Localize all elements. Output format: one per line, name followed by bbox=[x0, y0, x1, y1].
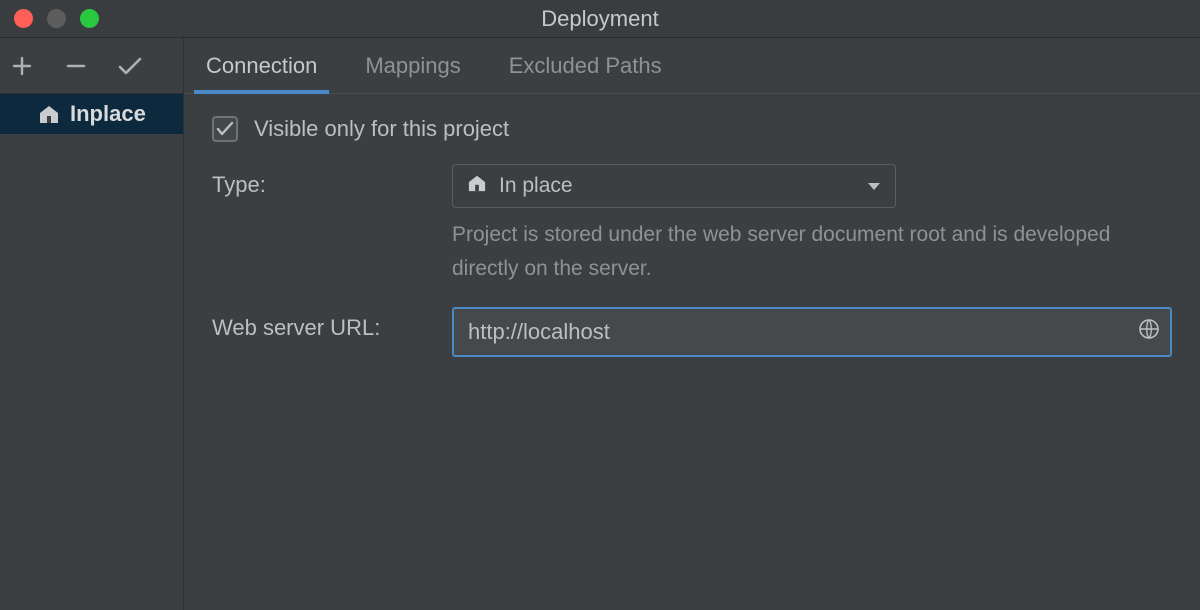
visible-only-checkbox[interactable] bbox=[212, 116, 238, 142]
titlebar: Deployment bbox=[0, 0, 1200, 38]
home-icon bbox=[38, 104, 60, 124]
add-button[interactable] bbox=[8, 52, 36, 80]
main-panel: Connection Mappings Excluded Paths Visib… bbox=[184, 38, 1200, 610]
sidebar-toolbar bbox=[0, 38, 183, 94]
tab-label: Connection bbox=[206, 53, 317, 79]
sidebar-item-label: Inplace bbox=[70, 101, 146, 127]
tab-content: Visible only for this project Type: In p… bbox=[184, 94, 1200, 379]
zoom-window-icon[interactable] bbox=[80, 9, 99, 28]
visible-only-label: Visible only for this project bbox=[254, 116, 509, 142]
tab-label: Excluded Paths bbox=[509, 53, 662, 79]
type-hint: Project is stored under the web server d… bbox=[452, 218, 1152, 285]
type-row: Type: In place Project is stored under t… bbox=[212, 164, 1172, 285]
apply-button[interactable] bbox=[116, 52, 144, 80]
sidebar-item-inplace[interactable]: Inplace bbox=[0, 94, 183, 134]
type-select[interactable]: In place bbox=[452, 164, 896, 208]
remove-button[interactable] bbox=[62, 52, 90, 80]
tabs: Connection Mappings Excluded Paths bbox=[184, 38, 1200, 94]
visible-only-row: Visible only for this project bbox=[212, 116, 1172, 142]
close-window-icon[interactable] bbox=[14, 9, 33, 28]
chevron-down-icon bbox=[867, 174, 881, 198]
tab-connection[interactable]: Connection bbox=[202, 38, 321, 93]
sidebar: Inplace bbox=[0, 38, 184, 610]
url-label: Web server URL: bbox=[212, 307, 432, 341]
globe-icon[interactable] bbox=[1138, 318, 1160, 346]
home-icon bbox=[467, 174, 487, 198]
type-value: In place bbox=[499, 174, 573, 198]
window-controls bbox=[0, 9, 99, 28]
url-row: Web server URL: bbox=[212, 307, 1172, 357]
window-title: Deployment bbox=[0, 6, 1200, 32]
tab-label: Mappings bbox=[365, 53, 460, 79]
tab-excluded-paths[interactable]: Excluded Paths bbox=[505, 38, 666, 93]
tab-mappings[interactable]: Mappings bbox=[361, 38, 464, 93]
type-label: Type: bbox=[212, 164, 432, 198]
web-server-url-input[interactable] bbox=[452, 307, 1172, 357]
minimize-window-icon[interactable] bbox=[47, 9, 66, 28]
